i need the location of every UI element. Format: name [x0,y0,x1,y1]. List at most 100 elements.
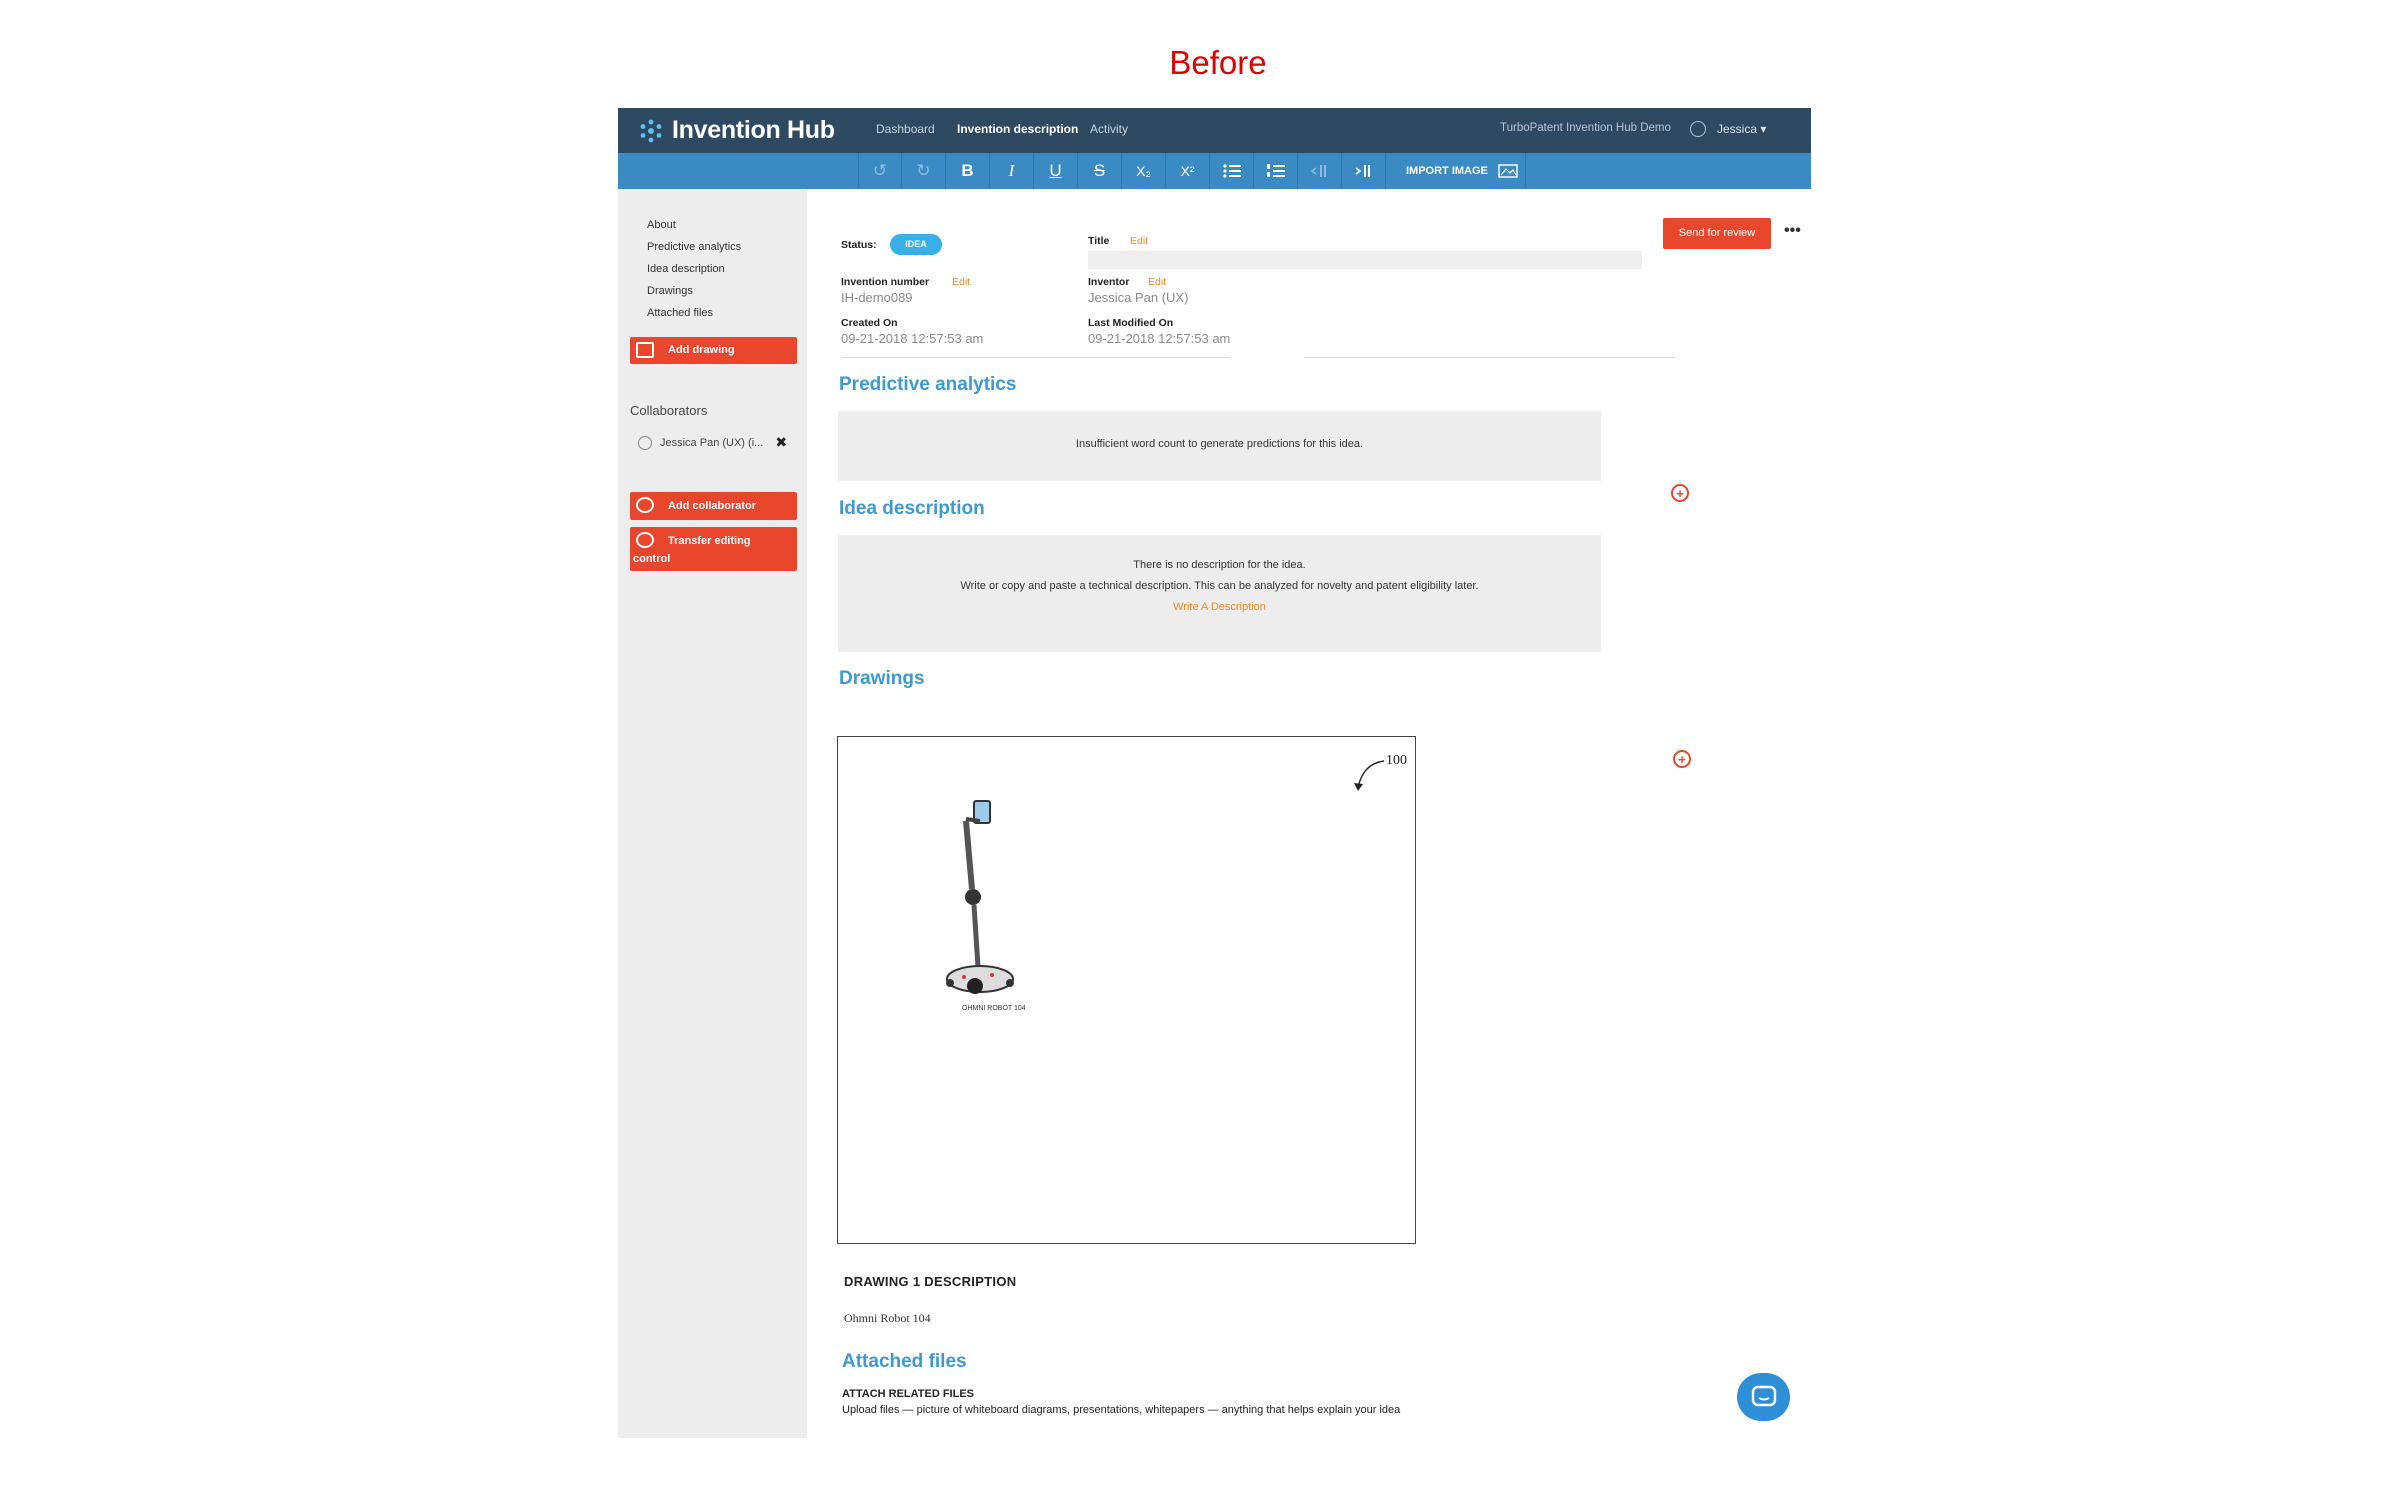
robot-illustration-icon [946,800,1014,994]
superscript-icon: X² [1180,163,1195,179]
bold-icon: B [961,161,974,180]
idea-description-heading: Idea description [839,498,985,519]
inventor-edit-link[interactable]: Edit [1148,276,1166,288]
add-collaborator-label: Add collaborator [668,500,757,512]
inventor-label: Inventor [1088,276,1130,288]
drawings-heading: Drawings [839,668,925,689]
drawing-canvas[interactable]: 100 OHMNI ROBOT 104 [837,736,1416,1244]
sidebar: About Predictive analytics Idea descript… [618,189,807,1438]
attach-help-text: Upload files — picture of whiteboard dia… [842,1404,1401,1416]
subscript-icon: X₂ [1136,163,1151,179]
add-comment-icon[interactable]: + [1671,484,1689,502]
title-edit-link[interactable]: Edit [1130,235,1148,247]
italic-icon: I [1008,161,1015,180]
created-on-label: Created On [841,317,898,329]
subscript-button[interactable]: X₂ [1122,153,1166,189]
bullet-list-icon [1222,164,1241,178]
outdent-button[interactable] [1298,153,1342,189]
underline-icon: U [1049,161,1062,180]
import-image-label: IMPORT IMAGE [1406,165,1488,177]
invention-number-value: IH-demo089 [841,290,913,305]
italic-button[interactable]: I [990,153,1034,189]
transfer-editing-label-2: control [633,553,671,565]
import-image-button[interactable]: IMPORT IMAGE [1394,153,1526,189]
last-modified-value: 09-21-2018 12:57:53 am [1088,331,1231,346]
numbered-list-icon [1266,164,1285,177]
strikethrough-icon: S [1093,161,1106,180]
collaborator-name: Jessica Pan (UX) (i... [660,436,764,449]
add-drawing-icon [636,342,654,358]
caption-before: Before [1169,44,1267,81]
add-collaborator-icon [636,497,654,513]
image-icon [1498,164,1518,178]
sidebar-item-drawings[interactable]: Drawings [647,285,693,297]
predictive-analytics-heading: Predictive analytics [839,374,1017,395]
underline-button[interactable]: U [1034,153,1078,189]
indent-icon [1355,165,1370,177]
editor-toolbar: ↺ ↻ B I U S X₂ X² IMPORT IMAGE [618,153,1811,189]
collaborator-avatar-icon [638,435,652,450]
inventor-value: Jessica Pan (UX) [1088,290,1189,305]
last-modified-label: Last Modified On [1088,317,1174,329]
write-description-link[interactable]: Write A Description [838,601,1601,613]
indent-button[interactable] [1342,153,1386,189]
predictive-analytics-message: Insufficient word count to generate pred… [1075,438,1364,450]
reference-arrow-icon [1354,760,1385,791]
title-label: Title [1088,235,1110,247]
superscript-button[interactable]: X² [1166,153,1210,189]
sidebar-item-idea-description[interactable]: Idea description [647,263,725,275]
status-badge[interactable]: IDEA [890,234,942,255]
more-options-icon[interactable]: ••• [1784,222,1801,240]
drawing-description-title: DRAWING 1 DESCRIPTION [844,1274,1017,1289]
sidebar-item-predictive-analytics[interactable]: Predictive analytics [647,241,741,253]
nav-dashboard[interactable]: Dashboard [876,122,935,136]
sidebar-item-attached-files[interactable]: Attached files [647,307,713,319]
add-drawing-button[interactable]: Add drawing [630,337,797,364]
idea-description-panel: There is no description for the idea. Wr… [838,535,1601,652]
sidebar-item-about[interactable]: About [647,219,676,231]
user-menu[interactable]: Jessica ▾ [1717,122,1766,136]
transfer-editing-button[interactable]: Transfer editing control [630,527,797,571]
title-field[interactable] [1088,251,1642,269]
transfer-editing-label: Transfer editing [668,535,751,547]
bullet-list-button[interactable] [1210,153,1254,189]
app-screenshot: Invention Hub Dashboard Invention descri… [618,108,1811,1438]
top-navbar: Invention Hub Dashboard Invention descri… [618,108,1811,153]
drawing-description-value[interactable]: Ohmni Robot 104 [844,1311,931,1326]
org-name[interactable]: TurboPatent Invention Hub Demo [1500,122,1671,134]
collaborator-item: Jessica Pan (UX) (i... ✖ [638,434,787,451]
invention-number-edit-link[interactable]: Edit [952,276,970,288]
invention-number-label: Invention number [841,276,930,288]
user-avatar-icon [1690,121,1706,137]
robot-caption: OHMNI ROBOT 104 [962,1005,1026,1012]
numbered-list-button[interactable] [1254,153,1298,189]
chat-launcher-button[interactable] [1737,1373,1790,1421]
idea-empty-text: There is no description for the idea. [1133,559,1306,571]
undo-button[interactable]: ↺ [858,153,902,189]
chat-icon [1751,1385,1776,1407]
created-on-value: 09-21-2018 12:57:53 am [841,331,984,346]
transfer-editing-icon [636,532,654,548]
send-for-review-button[interactable]: Send for review [1663,218,1771,249]
outdent-icon [1310,165,1326,177]
drawing-reference-number: 100 [1386,753,1407,768]
add-comment-icon[interactable]: + [1673,750,1691,768]
attach-related-files-title: ATTACH RELATED FILES [842,1388,974,1400]
divider [1304,357,1676,358]
status-label: Status: [841,239,877,251]
logo[interactable]: Invention Hub [638,116,835,145]
predictive-analytics-panel: Insufficient word count to generate pred… [838,411,1601,481]
redo-icon: ↻ [916,161,931,180]
remove-collaborator-icon[interactable]: ✖ [775,434,787,451]
nav-invention-description[interactable]: Invention description [957,122,1078,136]
bold-button[interactable]: B [946,153,990,189]
nav-activity[interactable]: Activity [1090,122,1128,136]
strikethrough-button[interactable]: S [1078,153,1122,189]
add-collaborator-button[interactable]: Add collaborator [630,492,797,520]
undo-icon: ↺ [872,161,888,180]
attached-files-heading: Attached files [842,1351,967,1372]
redo-button[interactable]: ↻ [902,153,946,189]
idea-help-text: Write or copy and paste a technical desc… [960,580,1479,592]
atom-logo-icon [640,119,662,142]
add-drawing-label: Add drawing [668,344,735,356]
